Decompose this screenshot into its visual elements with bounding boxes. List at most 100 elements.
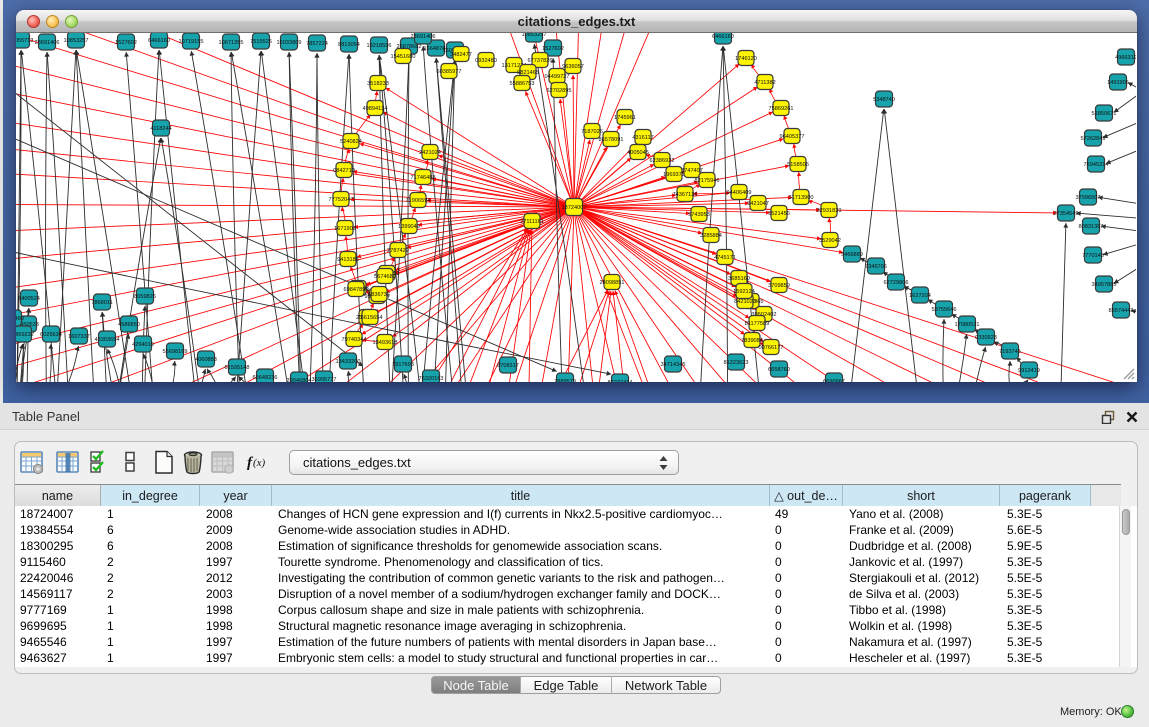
svg-text:0932480: 0932480 (475, 58, 497, 64)
svg-text:7868011: 7868011 (91, 300, 112, 306)
svg-text:76320163: 76320163 (419, 376, 444, 382)
svg-text:4316117: 4316117 (632, 135, 653, 141)
svg-text:76615654: 76615654 (358, 315, 383, 321)
svg-text:7193745: 7193745 (999, 349, 1021, 355)
svg-text:5348740: 5348740 (873, 97, 895, 103)
svg-text:87277434: 87277434 (608, 380, 633, 382)
svg-text:3709859: 3709859 (768, 283, 790, 289)
svg-text:27111161: 27111161 (520, 219, 544, 225)
svg-text:7917693: 7917693 (392, 362, 414, 368)
svg-text:5466889: 5466889 (841, 252, 863, 258)
svg-text:9743953: 9743953 (688, 212, 710, 218)
svg-text:7839084: 7839084 (741, 338, 763, 344)
svg-text:31713900: 31713900 (789, 195, 814, 201)
svg-text:9413186: 9413186 (337, 257, 359, 263)
svg-text:71906594: 71906594 (406, 198, 431, 204)
svg-text:7857224: 7857224 (306, 41, 328, 47)
svg-text:79740344: 79740344 (342, 337, 367, 343)
svg-text:71746488: 71746488 (411, 175, 436, 181)
svg-text:81177589: 81177589 (745, 321, 769, 327)
svg-text:00766177: 00766177 (759, 345, 784, 351)
svg-text:27354549: 27354549 (1054, 211, 1079, 217)
svg-text:1527602: 1527602 (115, 40, 137, 46)
svg-text:13433200: 13433200 (336, 359, 361, 365)
svg-text:1746120: 1746120 (735, 56, 757, 62)
svg-text:65648236: 65648236 (253, 375, 278, 381)
svg-text:8721489: 8721489 (16, 316, 24, 322)
svg-text:10853257: 10853257 (64, 38, 89, 44)
svg-text:3285884: 3285884 (700, 233, 722, 239)
svg-text:94406409: 94406409 (727, 190, 752, 196)
svg-text:62729806: 62729806 (884, 280, 909, 286)
svg-text:86578091: 86578091 (599, 137, 624, 143)
svg-text:1671902: 1671902 (334, 226, 356, 232)
svg-text:55886753: 55886753 (510, 81, 535, 87)
svg-text:7187026: 7187026 (581, 129, 603, 135)
svg-text:1592124: 1592124 (733, 289, 755, 295)
svg-text:16033809: 16033809 (277, 40, 302, 46)
svg-text:1527602: 1527602 (542, 46, 564, 52)
svg-text:49894134: 49894134 (363, 106, 388, 112)
svg-text:18724007: 18724007 (562, 205, 587, 211)
svg-text:62702895: 62702895 (547, 88, 572, 94)
svg-text:61595148: 61595148 (225, 365, 250, 371)
svg-text:29946804: 29946804 (287, 378, 312, 382)
svg-text:19218596: 19218596 (367, 43, 392, 49)
svg-text:4060883: 4060883 (195, 357, 217, 363)
svg-text:67737826: 67737826 (528, 58, 553, 64)
svg-text:13493618: 13493618 (373, 340, 398, 346)
svg-text:28098851: 28098851 (600, 280, 625, 286)
svg-text:76945314: 76945314 (1084, 162, 1109, 168)
svg-text:85574443: 85574443 (1109, 308, 1134, 314)
svg-text:4586850: 4586850 (118, 322, 140, 328)
svg-text:4118244: 4118244 (150, 126, 171, 132)
svg-text:43303654: 43303654 (95, 337, 120, 343)
svg-text:3482477: 3482477 (450, 52, 472, 58)
svg-text:4711382: 4711382 (754, 80, 775, 86)
svg-text:4005045: 4005045 (627, 150, 649, 156)
svg-text:10853257: 10853257 (522, 33, 547, 38)
svg-text:6466160: 6466160 (712, 34, 734, 40)
svg-text:8813054: 8813054 (338, 42, 360, 48)
svg-text:04499727: 04499727 (545, 74, 570, 80)
svg-text:3518233: 3518233 (367, 81, 389, 87)
svg-text:23691406: 23691406 (35, 40, 60, 46)
svg-text:9636057: 9636057 (562, 64, 584, 70)
svg-text:69847896: 69847896 (344, 287, 369, 293)
svg-text:96405377: 96405377 (780, 134, 805, 140)
svg-text:5674680: 5674680 (374, 274, 396, 280)
svg-text:1836736: 1836736 (368, 292, 390, 298)
svg-text:9912419: 9912419 (1018, 368, 1040, 374)
svg-text:3685160: 3685160 (728, 276, 750, 282)
svg-text:15451680: 15451680 (391, 54, 416, 60)
svg-text:8421020: 8421020 (734, 299, 756, 305)
svg-text:2787429: 2787429 (387, 248, 409, 254)
svg-text:17080531: 17080531 (955, 322, 980, 328)
svg-text:1627204: 1627204 (909, 293, 931, 299)
svg-text:0330923: 0330923 (975, 335, 997, 341)
svg-text:6466160: 6466160 (148, 38, 170, 44)
svg-text:0842710: 0842710 (333, 168, 355, 174)
svg-text:9421047: 9421047 (747, 201, 769, 207)
svg-text:62386922: 62386922 (650, 158, 675, 164)
svg-text:77752047: 77752047 (329, 197, 354, 203)
svg-text:82175946: 82175946 (695, 178, 720, 184)
svg-text:6400524: 6400524 (18, 296, 40, 302)
svg-text:10719155: 10719155 (179, 39, 204, 45)
svg-text:7889579: 7889579 (554, 379, 576, 382)
svg-text:7515526: 7515526 (250, 39, 272, 45)
svg-text:4966319: 4966319 (1115, 55, 1136, 61)
svg-text:51850671: 51850671 (1092, 111, 1117, 117)
svg-text:8708317: 8708317 (497, 363, 519, 369)
svg-text:4294019: 4294019 (132, 342, 154, 348)
svg-text:6658760: 6658760 (768, 367, 790, 373)
svg-text:5240824: 5240824 (340, 139, 362, 145)
svg-text:6025634: 6025634 (40, 332, 62, 338)
svg-text:(x): (x) (253, 457, 266, 469)
svg-text:3529042: 3529042 (819, 238, 841, 244)
svg-text:80831367: 80831367 (1079, 224, 1104, 230)
svg-text:6690967: 6690967 (823, 379, 845, 382)
svg-text:1607337: 1607337 (68, 334, 90, 340)
svg-text:1399049: 1399049 (398, 224, 420, 230)
svg-text:7770143: 7770143 (1082, 253, 1104, 259)
